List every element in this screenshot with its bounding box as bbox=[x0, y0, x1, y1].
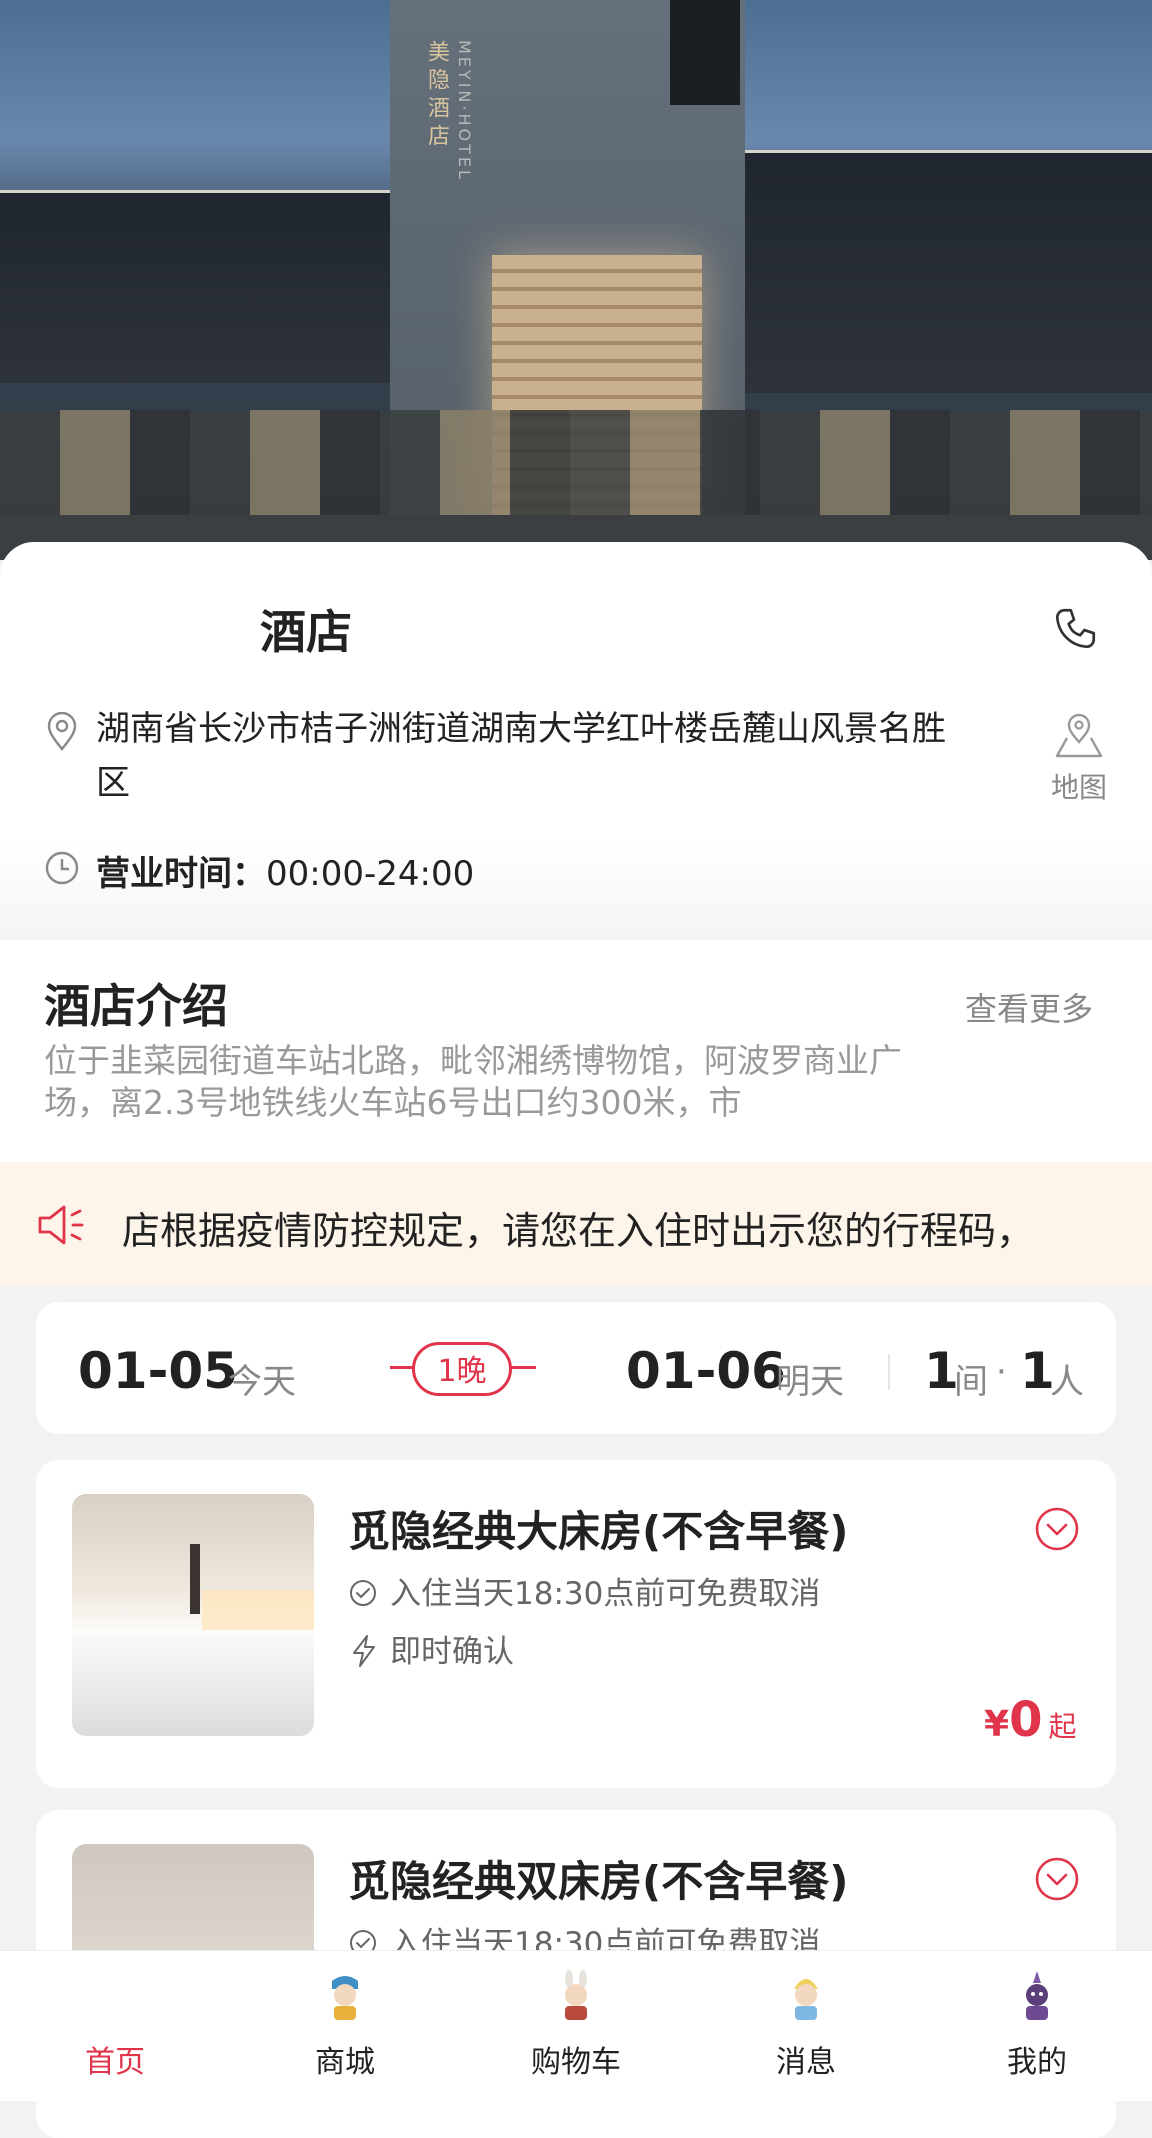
hotel-info-card: 酒店 湖南省长沙市桔子洲街道湖南大学红叶楼岳麓山风景名胜区 地图 营业时间：00… bbox=[0, 542, 1152, 940]
chevron-down-icon[interactable] bbox=[1034, 1856, 1080, 1902]
tab-cart-label: 购物车 bbox=[531, 2045, 621, 2080]
chevron-down-icon[interactable] bbox=[1034, 1506, 1080, 1552]
cart-icon bbox=[565, 1970, 587, 2020]
lightning-icon bbox=[353, 1635, 375, 1667]
storefronts bbox=[0, 410, 1152, 520]
tab-messages[interactable]: 消息 bbox=[706, 1969, 906, 2081]
room-title: 觅隐经典双床房(不含早餐) bbox=[348, 1857, 849, 1906]
room-card[interactable]: 觅隐经典大床房(不含早餐) 入住当天18:30点前可免费取消 即时确认 ¥0 起 bbox=[36, 1460, 1116, 1788]
intro-title: 酒店介绍 bbox=[44, 979, 228, 1033]
hotel-sign-logo: 美隐酒店 bbox=[424, 40, 449, 152]
room-price: ¥0 起 bbox=[984, 1692, 1076, 1748]
date-selector[interactable]: 01-05 今天 1晚 01-06 明天 1 间 · 1 人 bbox=[36, 1302, 1116, 1434]
hotel-intro-section: 酒店介绍 查看更多 位于韭菜园街道车站北路，毗邻湘绣博物馆，阿波罗商业广场，离2… bbox=[0, 940, 1152, 1162]
rooms-unit: 间 bbox=[954, 1362, 988, 1402]
building-left-wing bbox=[0, 190, 405, 383]
tab-profile[interactable]: 我的 bbox=[937, 1969, 1137, 2081]
room-photo-lamp bbox=[190, 1544, 200, 1614]
checkin-date[interactable]: 01-05 bbox=[78, 1342, 238, 1400]
map-label: 地图 bbox=[1050, 771, 1107, 804]
date-divider bbox=[888, 1354, 890, 1390]
room-photo-light bbox=[202, 1590, 314, 1630]
home-icon bbox=[88, 1969, 142, 2023]
checkin-day-label: 今天 bbox=[228, 1362, 296, 1402]
notice-banner: 店根据疫情防控规定，请您在入住时出示您的行程码， bbox=[0, 1162, 1152, 1286]
hotel-address: 湖南省长沙市桔子洲街道湖南大学红叶楼岳麓山风景名胜区 bbox=[96, 709, 946, 803]
rooms-guests-separator: · bbox=[996, 1352, 1007, 1392]
tab-home-label: 首页 bbox=[85, 2045, 145, 2080]
map-icon bbox=[1055, 713, 1103, 758]
clock-icon bbox=[45, 851, 79, 885]
checkout-day-label: 明天 bbox=[776, 1362, 844, 1402]
notice-text: 店根据疫情防控规定，请您在入住时出示您的行程码， bbox=[122, 1209, 1035, 1253]
tab-mall-label: 商城 bbox=[315, 2045, 375, 2080]
building-right-wing bbox=[745, 150, 1152, 393]
price-currency: ¥ bbox=[984, 1704, 1010, 1745]
hotel-hero-image: 美隐酒店 MEYIN·HOTEL bbox=[0, 0, 1152, 560]
bottom-tab-bar: 首页 商城 购物车 消息 我的 bbox=[0, 1950, 1152, 2101]
tower-window bbox=[670, 0, 740, 105]
nights-badge: 1晚 bbox=[412, 1342, 512, 1396]
price-suffix: 起 bbox=[1048, 1710, 1077, 1743]
guests-unit: 人 bbox=[1050, 1362, 1084, 1402]
hotel-sign-logo-latin: MEYIN·HOTEL bbox=[455, 40, 474, 182]
cancel-policy: 入住当天18:30点前可免费取消 bbox=[390, 1576, 821, 1612]
messages-icon bbox=[794, 1979, 818, 2020]
check-circle-icon bbox=[350, 1580, 376, 1606]
checkout-date[interactable]: 01-06 bbox=[626, 1342, 786, 1400]
room-photo bbox=[72, 1494, 314, 1736]
phone-icon[interactable] bbox=[1050, 604, 1100, 654]
room-title: 觅隐经典大床房(不含早餐) bbox=[348, 1507, 849, 1556]
room-photo-bed bbox=[72, 1634, 314, 1736]
speaker-icon bbox=[38, 1205, 84, 1245]
intro-text: 位于韭菜园街道车站北路，毗邻湘绣博物馆，阿波罗商业广场，离2.3号地铁线火车站6… bbox=[44, 1041, 902, 1122]
tab-messages-label: 消息 bbox=[776, 2045, 836, 2080]
business-hours: 营业时间：00:00-24:00 bbox=[96, 846, 474, 895]
instant-confirm: 即时确认 bbox=[390, 1634, 514, 1670]
tab-mall[interactable]: 商城 bbox=[245, 1969, 445, 2081]
location-pin-icon bbox=[47, 712, 77, 751]
hotel-name: 酒店 bbox=[260, 605, 352, 659]
map-button[interactable]: 地图 bbox=[1045, 710, 1113, 806]
profile-icon bbox=[1026, 1971, 1048, 2020]
tab-home[interactable]: 首页 bbox=[15, 1969, 215, 2081]
view-more-link[interactable]: 查看更多 bbox=[965, 984, 1093, 1030]
price-value: 0 bbox=[1009, 1692, 1043, 1748]
business-hours-label: 营业时间： bbox=[96, 854, 266, 894]
tab-cart[interactable]: 购物车 bbox=[476, 1969, 676, 2081]
tab-profile-label: 我的 bbox=[1007, 2045, 1067, 2080]
business-hours-value: 00:00-24:00 bbox=[266, 854, 475, 894]
mall-icon bbox=[332, 1976, 358, 2020]
